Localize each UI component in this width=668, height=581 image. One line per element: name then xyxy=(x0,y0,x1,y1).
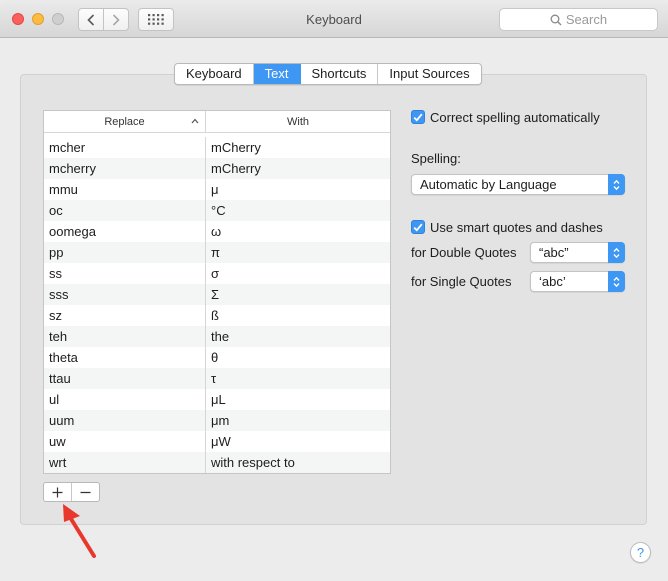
with-cell: ω xyxy=(211,224,222,239)
tab-keyboard[interactable]: Keyboard xyxy=(175,64,254,84)
replace-cell: mcherry xyxy=(44,158,206,179)
chevron-updown-icon xyxy=(613,179,620,190)
replace-cell: oomega xyxy=(44,221,206,242)
with-cell: °C xyxy=(211,203,226,218)
with-cell: Σ xyxy=(211,287,220,302)
with-cell: ß xyxy=(211,308,219,323)
single-quotes-stepper[interactable] xyxy=(608,271,625,292)
replace-cell: ttau xyxy=(44,368,206,389)
sort-ascending-icon xyxy=(191,118,199,124)
table-row[interactable]: uw μW xyxy=(44,431,390,452)
search-icon xyxy=(550,14,562,25)
with-cell: τ xyxy=(211,371,217,386)
replace-cell: sz xyxy=(44,305,206,326)
replace-cell: sss xyxy=(44,284,206,305)
table-row[interactable]: sss Σ xyxy=(44,284,390,305)
tab-shortcuts[interactable]: Shortcuts xyxy=(300,64,379,84)
with-cell: σ xyxy=(211,266,220,281)
double-quotes-value: “abc” xyxy=(539,245,569,260)
table-body: mcher mCherry mcherry mCherry mmu μ oc °C oo… xyxy=(44,133,390,473)
double-quotes-label: for Double Quotes xyxy=(411,245,517,260)
double-quotes-popup[interactable]: “abc” xyxy=(530,242,625,263)
correct-spelling-label[interactable]: Correct spelling automatically xyxy=(430,110,600,125)
with-cell: θ xyxy=(211,350,219,365)
replace-column-header[interactable]: Replace xyxy=(44,111,206,132)
replace-cell: ul xyxy=(44,389,206,410)
checkmark-icon xyxy=(413,113,423,122)
tab-text[interactable]: Text xyxy=(253,64,301,84)
table-row[interactable]: mcher mCherry xyxy=(44,137,390,158)
table-row[interactable]: teh the xyxy=(44,326,390,347)
spelling-stepper[interactable] xyxy=(608,174,625,195)
table-row[interactable]: oomega ω xyxy=(44,221,390,242)
table-header: Replace With xyxy=(44,111,390,133)
table-row[interactable]: pp π xyxy=(44,242,390,263)
single-quotes-value: ‘abc’ xyxy=(539,274,566,289)
annotation-arrow-icon xyxy=(63,504,96,558)
with-cell: μL xyxy=(211,392,226,407)
keyboard-preferences-window: Keyboard Search Keyboard Text Shortcuts … xyxy=(0,0,668,581)
spelling-value: Automatic by Language xyxy=(420,177,557,192)
replace-cell: mmu xyxy=(44,179,206,200)
with-cell: the xyxy=(211,329,230,344)
tab-input-sources[interactable]: Input Sources xyxy=(378,64,481,84)
search-placeholder: Search xyxy=(565,12,608,27)
smart-quotes-checkbox[interactable] xyxy=(411,220,425,234)
single-quotes-label: for Single Quotes xyxy=(411,274,512,289)
minus-icon xyxy=(80,491,91,493)
with-cell: μm xyxy=(211,413,230,428)
add-replacement-button[interactable] xyxy=(44,483,72,501)
checkmark-icon xyxy=(413,223,423,232)
replace-cell: theta xyxy=(44,347,206,368)
replace-cell: ss xyxy=(44,263,206,284)
remove-replacement-button[interactable] xyxy=(72,483,99,501)
table-row[interactable]: theta θ xyxy=(44,347,390,368)
replace-cell: uum xyxy=(44,410,206,431)
table-row[interactable]: mmu μ xyxy=(44,179,390,200)
with-cell: μ xyxy=(211,182,219,197)
help-button[interactable]: ? xyxy=(630,542,651,563)
single-quotes-popup[interactable]: ‘abc’ xyxy=(530,271,625,292)
table-row[interactable]: mcherry mCherry xyxy=(44,158,390,179)
table-row[interactable]: ss σ xyxy=(44,263,390,284)
title-bar: Keyboard Search xyxy=(0,0,668,38)
table-row[interactable]: ttau τ xyxy=(44,368,390,389)
smart-quotes-label[interactable]: Use smart quotes and dashes xyxy=(430,220,603,235)
plus-icon xyxy=(52,487,63,497)
text-replacement-table[interactable]: Replace With mcher mCherry mcherry mCherry… xyxy=(43,110,391,474)
table-row[interactable]: uum μm xyxy=(44,410,390,431)
table-row[interactable]: sz ß xyxy=(44,305,390,326)
table-row[interactable]: wrt with respect to xyxy=(44,452,390,473)
chevron-updown-icon xyxy=(613,247,620,258)
double-quotes-stepper[interactable] xyxy=(608,242,625,263)
spelling-popup[interactable]: Automatic by Language xyxy=(411,174,625,195)
correct-spelling-checkbox[interactable] xyxy=(411,110,425,124)
with-column-header[interactable]: With xyxy=(206,111,390,132)
spelling-label: Spelling: xyxy=(411,151,461,166)
with-cell: μW xyxy=(211,434,231,449)
search-field[interactable]: Search xyxy=(499,8,658,31)
table-row[interactable]: oc °C xyxy=(44,200,390,221)
replace-cell: mcher xyxy=(44,137,206,158)
replace-cell: uw xyxy=(44,431,206,452)
table-row[interactable]: ul μL xyxy=(44,389,390,410)
tab-bar: Keyboard Text Shortcuts Input Sources xyxy=(174,63,482,85)
replace-cell: oc xyxy=(44,200,206,221)
with-cell: mCherry xyxy=(211,161,261,176)
replace-cell: pp xyxy=(44,242,206,263)
replace-cell: wrt xyxy=(44,452,206,473)
replace-cell: teh xyxy=(44,326,206,347)
replace-header-label: Replace xyxy=(104,115,145,128)
with-cell: mCherry xyxy=(211,140,261,155)
with-cell: π xyxy=(211,245,220,260)
with-cell: with respect to xyxy=(211,455,295,470)
with-header-label: With xyxy=(287,115,309,128)
chevron-updown-icon xyxy=(613,276,620,287)
add-remove-control xyxy=(43,482,100,502)
